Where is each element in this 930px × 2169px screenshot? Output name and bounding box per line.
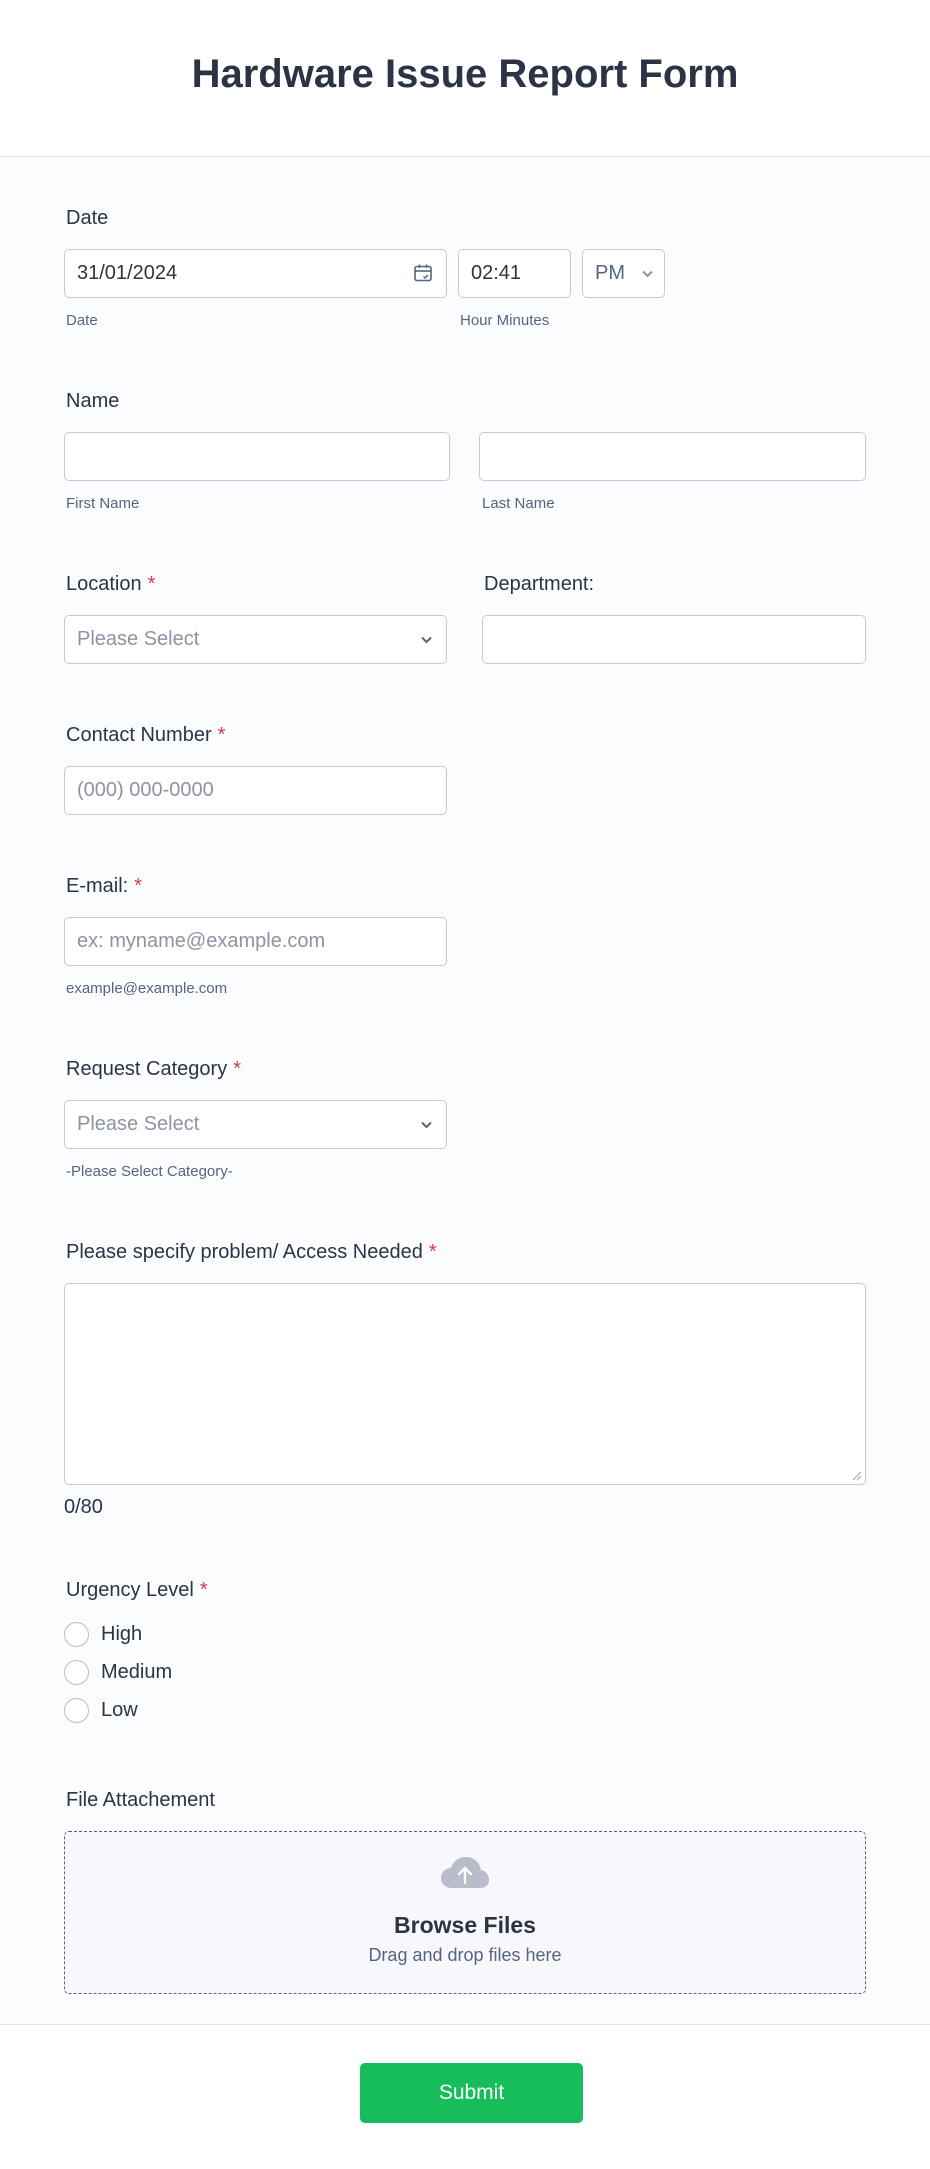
department-label: Department: [484, 573, 595, 595]
required-marker: * [428, 1241, 437, 1263]
file-dropzone[interactable]: Browse Files Drag and drop files here [64, 1831, 866, 1994]
required-marker: * [147, 573, 156, 595]
contact-placeholder: (000) 000-0000 [77, 779, 214, 801]
form-header: Hardware Issue Report Form [0, 0, 930, 157]
date-value: 31/01/2024 [77, 262, 178, 284]
radio-option-high[interactable]: High [64, 1621, 142, 1647]
name-label: Name [66, 390, 120, 412]
radio-button[interactable] [64, 1621, 89, 1647]
email-input[interactable]: ex: myname@example.com [64, 917, 447, 966]
character-counter: 0/80 [64, 1496, 103, 1518]
radio-label: Low [101, 1698, 138, 1721]
first-name-sublabel: First Name [66, 495, 140, 512]
location-label: Location * [66, 573, 156, 595]
required-marker: * [199, 1579, 208, 1601]
first-name-input[interactable] [64, 432, 450, 481]
file-attachment-label: File Attachement [66, 1789, 215, 1811]
ampm-value: PM [595, 262, 625, 284]
upload-cloud-icon [441, 1857, 489, 1888]
required-marker: * [134, 875, 143, 897]
contact-number-input[interactable]: (000) 000-0000 [64, 766, 447, 815]
ampm-select[interactable]: PM [582, 249, 665, 298]
radio-option-medium[interactable]: Medium [64, 1659, 172, 1685]
email-placeholder: ex: myname@example.com [77, 930, 326, 952]
problem-label: Please specify problem/ Access Needed * [66, 1241, 437, 1263]
time-sublabel: Hour Minutes [460, 312, 550, 329]
time-field[interactable]: 02:41 [458, 249, 571, 298]
chevron-down-icon [421, 1121, 432, 1129]
dropzone-hint: Drag and drop files here [368, 1945, 562, 1965]
request-category-placeholder: Please Select [77, 1113, 200, 1135]
email-sublabel: example@example.com [66, 980, 228, 997]
location-placeholder: Please Select [77, 628, 200, 650]
required-marker: * [233, 1058, 241, 1080]
browse-files-button[interactable]: Browse Files [65, 1912, 865, 1939]
form-title: Hardware Issue Report Form [191, 52, 739, 96]
radio-button[interactable] [64, 1697, 89, 1723]
radio-label: High [101, 1622, 143, 1645]
calendar-icon[interactable] [413, 263, 433, 283]
problem-textarea[interactable] [64, 1283, 866, 1485]
department-input[interactable] [482, 615, 866, 664]
urgency-label: Urgency Level * [66, 1579, 208, 1601]
chevron-down-icon [642, 270, 653, 278]
time-value: 02:41 [471, 262, 522, 284]
request-category-label: Request Category * [66, 1058, 241, 1080]
contact-label: Contact Number * [66, 724, 226, 746]
request-category-sublabel: -Please Select Category- [66, 1163, 233, 1180]
chevron-down-icon [421, 636, 432, 644]
request-category-select[interactable]: Please Select [64, 1100, 447, 1149]
required-marker: * [217, 724, 226, 746]
email-label: E-mail: * [66, 875, 143, 897]
radio-label: Medium [101, 1660, 173, 1683]
submit-button[interactable]: Submit [360, 2063, 583, 2123]
radio-button[interactable] [64, 1659, 89, 1685]
last-name-sublabel: Last Name [482, 495, 555, 512]
date-field[interactable]: 31/01/2024 [64, 249, 447, 298]
last-name-input[interactable] [479, 432, 866, 481]
radio-option-low[interactable]: Low [64, 1697, 138, 1723]
resize-handle-icon[interactable] [852, 1471, 862, 1481]
location-select[interactable]: Please Select [64, 615, 447, 664]
date-label: Date [66, 207, 109, 229]
form-footer: Submit [0, 2024, 930, 2169]
date-sublabel: Date [66, 312, 98, 329]
